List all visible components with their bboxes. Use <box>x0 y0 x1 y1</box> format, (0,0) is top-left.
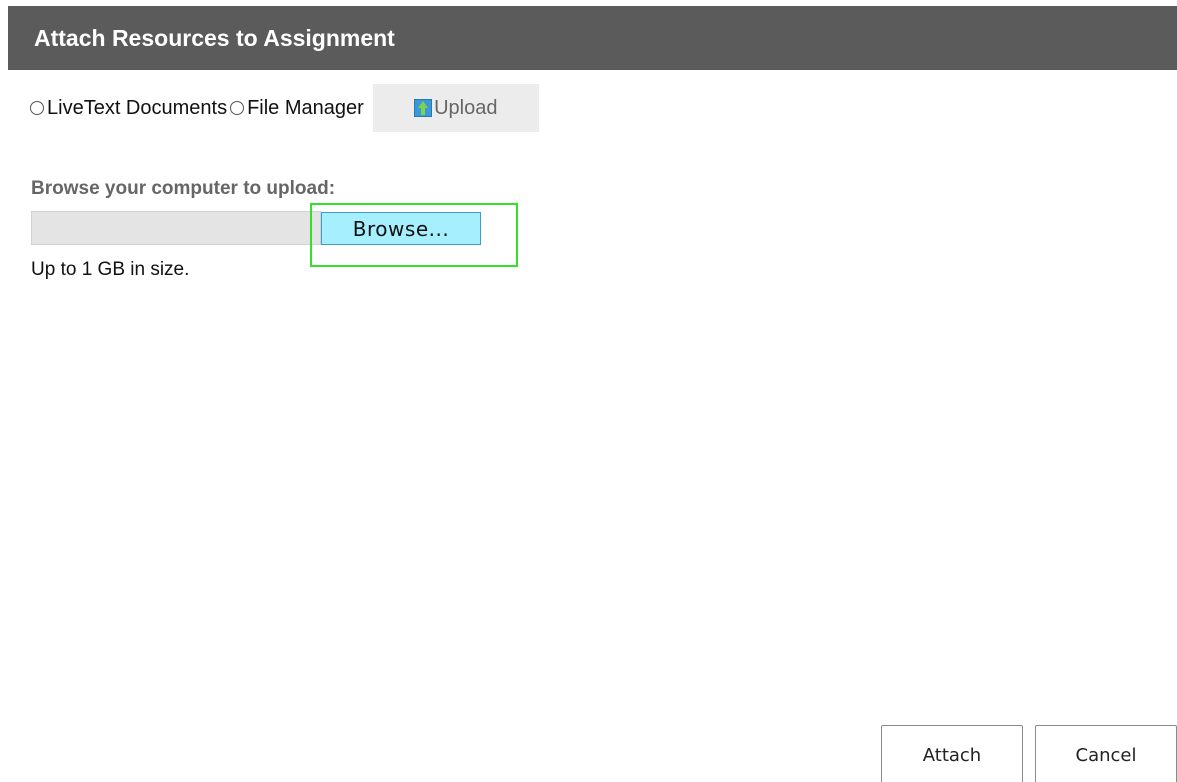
cancel-button[interactable]: Cancel <box>1035 725 1177 782</box>
radio-circle-icon[interactable] <box>230 101 245 115</box>
attach-button[interactable]: Attach <box>881 725 1023 782</box>
upload-tab[interactable]: Upload <box>372 84 539 132</box>
browse-button[interactable]: Browse... <box>321 212 481 245</box>
radio-livetext-label: LiveText Documents <box>47 96 228 119</box>
attach-resources-dialog: Attach Resources to Assignment LiveText … <box>0 0 1177 782</box>
radio-livetext-documents[interactable]: LiveText Documents <box>30 97 230 120</box>
browse-heading: Browse your computer to upload: <box>31 178 336 199</box>
source-selector: LiveText Documents File Manager Upload <box>30 84 539 132</box>
size-limit-note: Up to 1 GB in size. <box>31 259 190 280</box>
radio-circle-icon[interactable] <box>30 101 44 115</box>
dialog-title: Attach Resources to Assignment <box>34 24 395 51</box>
radio-file-manager[interactable]: File Manager <box>230 97 367 120</box>
dialog-header: Attach Resources to Assignment <box>8 6 1177 70</box>
radio-file-manager-label: File Manager <box>247 96 364 119</box>
file-path-field[interactable] <box>31 211 321 245</box>
upload-tab-label: Upload <box>434 96 498 119</box>
upload-arrow-icon <box>414 99 433 117</box>
